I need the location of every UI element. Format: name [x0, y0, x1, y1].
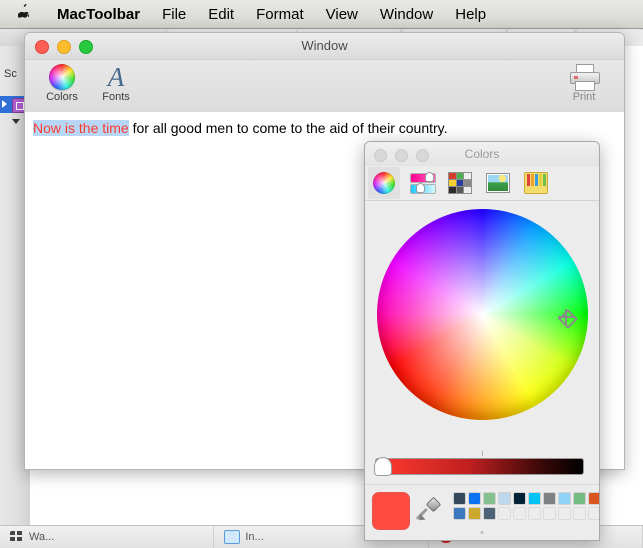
- swatch[interactable]: [453, 492, 466, 505]
- document-text-run[interactable]: for all good men to come to the aid of t…: [129, 120, 448, 136]
- fonts-toolbar-button[interactable]: A Fonts: [89, 62, 143, 103]
- swatch-empty[interactable]: [573, 507, 586, 520]
- colors-toolbar-button[interactable]: Colors: [35, 62, 89, 103]
- brightness-slider-track[interactable]: [375, 458, 584, 475]
- tab-image-palettes[interactable]: [482, 167, 514, 199]
- swatch-empty[interactable]: [543, 507, 556, 520]
- print-toolbar-button[interactable]: Print: [557, 62, 611, 103]
- sliders-icon: [410, 173, 434, 193]
- bottom-bar-label: Wa...: [29, 531, 54, 543]
- print-toolbar-label: Print: [557, 91, 611, 103]
- swatch[interactable]: [558, 492, 571, 505]
- image-palette-icon: [486, 173, 510, 193]
- colors-panel-tabbar: [365, 166, 599, 201]
- tab-color-sliders[interactable]: [406, 167, 438, 199]
- color-wheel-icon: [35, 62, 89, 92]
- tab-color-palettes[interactable]: [444, 167, 476, 199]
- menu-item-file[interactable]: File: [151, 6, 197, 23]
- swatch-empty[interactable]: [513, 507, 526, 520]
- disclosure-triangle-icon[interactable]: [2, 100, 7, 108]
- swatch[interactable]: [453, 507, 466, 520]
- swatch-grid[interactable]: [453, 492, 600, 520]
- menu-item-view[interactable]: View: [315, 6, 369, 23]
- colors-panel-title: Colors: [365, 142, 599, 166]
- current-color-swatch[interactable]: [372, 492, 410, 530]
- menu-bar: MacToolbar File Edit Format View Window …: [0, 0, 643, 29]
- colors-toolbar-label: Colors: [35, 91, 89, 103]
- resize-grip-icon[interactable]: [481, 531, 484, 534]
- swatch-empty[interactable]: [588, 507, 600, 520]
- brightness-slider-knob[interactable]: [374, 457, 392, 476]
- colors-panel[interactable]: Colors: [364, 141, 600, 541]
- apple-logo-icon[interactable]: [0, 4, 46, 25]
- window-title: Window: [25, 33, 624, 59]
- bottom-bar-item[interactable]: Wa...: [0, 526, 214, 548]
- colors-panel-titlebar[interactable]: Colors: [365, 142, 599, 166]
- menu-item-edit[interactable]: Edit: [197, 6, 245, 23]
- swatch-empty[interactable]: [498, 507, 511, 520]
- color-wheel-area[interactable]: [365, 201, 599, 450]
- menu-item-format[interactable]: Format: [245, 6, 315, 23]
- swatch[interactable]: [483, 507, 496, 520]
- window-toolbar: Colors A Fonts Print: [25, 60, 624, 113]
- color-wheel[interactable]: [377, 209, 588, 420]
- bottom-bar-label: In...: [245, 531, 263, 543]
- tab-crayons[interactable]: [520, 167, 552, 199]
- tab-color-wheel[interactable]: [368, 167, 400, 199]
- palette-grid-icon: [448, 172, 472, 194]
- swatch[interactable]: [513, 492, 526, 505]
- menu-item-window[interactable]: Window: [369, 6, 444, 23]
- swatch[interactable]: [528, 492, 541, 505]
- swatch[interactable]: [588, 492, 600, 505]
- swatch[interactable]: [468, 492, 481, 505]
- document-text-line[interactable]: Now is the time for all good men to come…: [33, 119, 616, 137]
- swatch[interactable]: [468, 507, 481, 520]
- color-wheel-cursor[interactable]: [558, 309, 574, 325]
- swatch-area[interactable]: [365, 485, 599, 537]
- swatch[interactable]: [483, 492, 496, 505]
- swatch[interactable]: [543, 492, 556, 505]
- swatch-empty[interactable]: [528, 507, 541, 520]
- swatch[interactable]: [573, 492, 586, 505]
- brightness-slider-area[interactable]: [365, 450, 599, 485]
- disclosure-triangle-open-icon[interactable]: [12, 119, 20, 124]
- printer-icon: [557, 62, 611, 92]
- menu-item-help[interactable]: Help: [444, 6, 497, 23]
- fonts-toolbar-label: Fonts: [89, 91, 143, 103]
- selected-text-run[interactable]: Now is the time: [33, 120, 129, 136]
- menu-item-mactoolbar[interactable]: MacToolbar: [46, 6, 151, 23]
- color-wheel-icon: [373, 172, 395, 194]
- grid-icon: [10, 531, 24, 543]
- document-icon: [224, 530, 240, 544]
- eyedropper-icon[interactable]: [417, 499, 439, 521]
- swatch-empty[interactable]: [558, 507, 571, 520]
- swatch[interactable]: [498, 492, 511, 505]
- window-titlebar[interactable]: Window: [25, 33, 624, 60]
- fonts-a-icon: A: [89, 62, 143, 92]
- slider-tick-mark: [482, 451, 483, 456]
- crayons-icon: [524, 172, 548, 194]
